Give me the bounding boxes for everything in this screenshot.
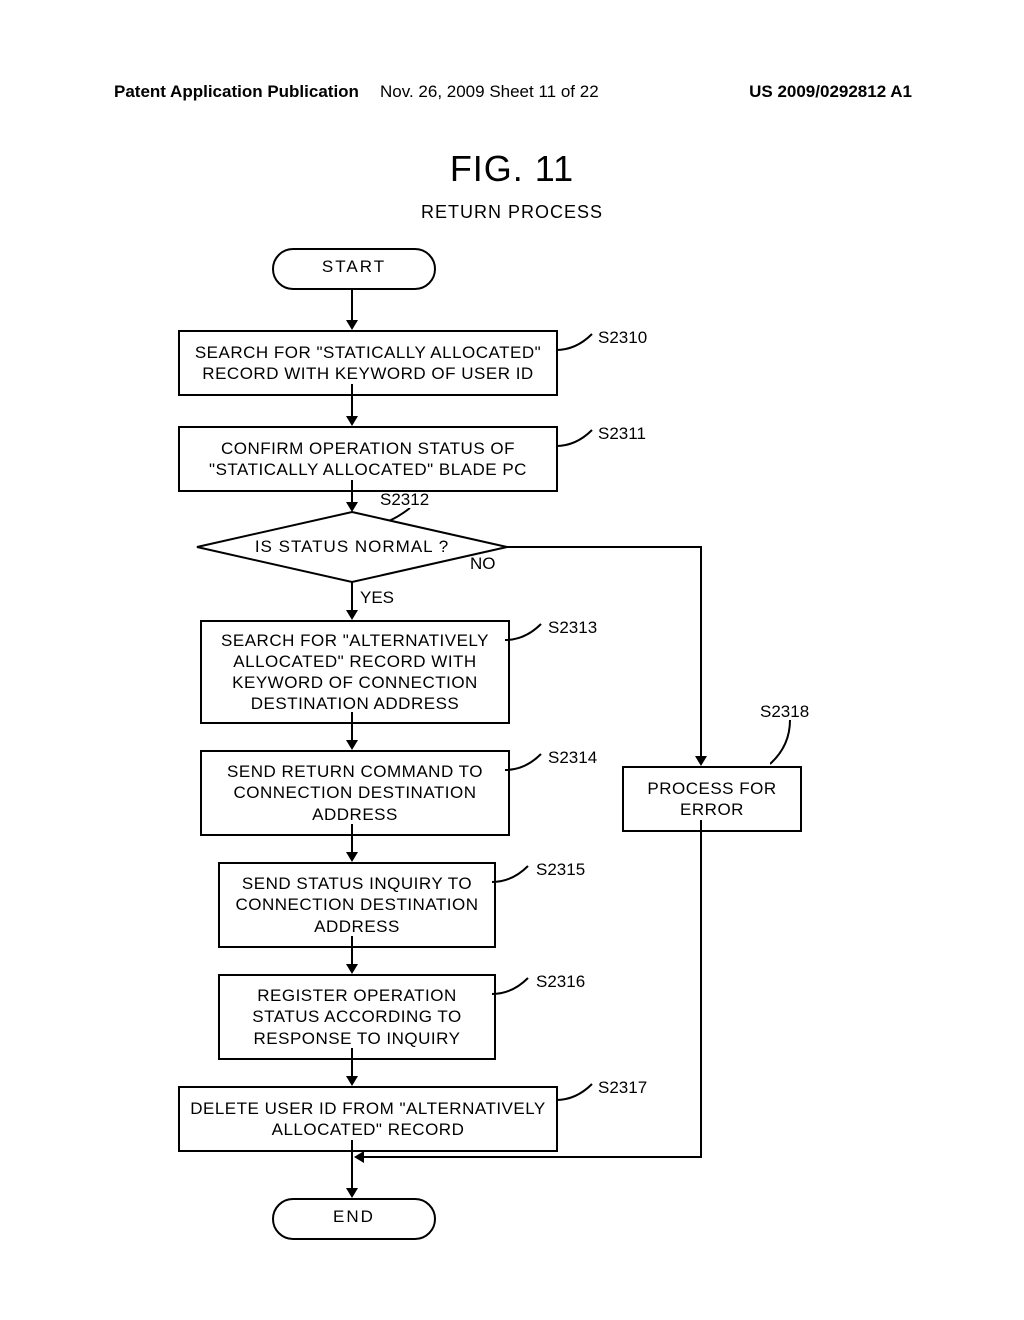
- process-s2317: DELETE USER ID FROM "ALTERNATIVELY ALLOC…: [178, 1086, 558, 1152]
- process-s2318: PROCESS FOR ERROR: [622, 766, 802, 832]
- arrowhead-left-icon: [354, 1151, 364, 1163]
- end-node: END: [272, 1198, 436, 1240]
- arrow-line: [507, 546, 702, 548]
- process-s2313: SEARCH FOR "ALTERNATIVELY ALLOCATED" REC…: [200, 620, 510, 724]
- process-label: SEND STATUS INQUIRY TO CONNECTION DESTIN…: [228, 873, 486, 937]
- step-label-s2314: S2314: [548, 748, 597, 768]
- arrowhead-down-icon: [346, 416, 358, 426]
- step-label-s2310: S2310: [598, 328, 647, 348]
- step-label-s2315: S2315: [536, 860, 585, 880]
- process-label: SEARCH FOR "STATICALLY ALLOCATED" RECORD…: [188, 342, 548, 385]
- arrowhead-down-icon: [346, 610, 358, 620]
- step-label-s2318: S2318: [760, 702, 809, 722]
- arrow-line: [351, 824, 353, 854]
- header-right: US 2009/0292812 A1: [749, 82, 912, 102]
- arrowhead-down-icon: [346, 320, 358, 330]
- decision-s2312: IS STATUS NORMAL ?: [195, 510, 509, 584]
- yes-label: YES: [360, 588, 394, 608]
- process-label: CONFIRM OPERATION STATUS OF "STATICALLY …: [188, 438, 548, 481]
- end-label: END: [333, 1207, 375, 1226]
- process-label: DELETE USER ID FROM "ALTERNATIVELY ALLOC…: [188, 1098, 548, 1141]
- step-label-s2313: S2313: [548, 618, 597, 638]
- leader-line: [770, 720, 810, 768]
- arrow-line: [362, 1156, 702, 1158]
- step-label-s2316: S2316: [536, 972, 585, 992]
- arrowhead-down-icon: [346, 964, 358, 974]
- arrow-line: [351, 1048, 353, 1078]
- process-label: REGISTER OPERATION STATUS ACCORDING TO R…: [228, 985, 486, 1049]
- arrow-line: [351, 480, 353, 504]
- arrowhead-down-icon: [346, 1188, 358, 1198]
- process-s2311: CONFIRM OPERATION STATUS OF "STATICALLY …: [178, 426, 558, 492]
- process-s2316: REGISTER OPERATION STATUS ACCORDING TO R…: [218, 974, 496, 1060]
- arrow-line: [351, 1140, 353, 1190]
- arrow-line: [351, 712, 353, 742]
- arrowhead-down-icon: [346, 852, 358, 862]
- start-label: START: [322, 257, 386, 276]
- arrow-line: [351, 582, 353, 612]
- arrowhead-down-icon: [346, 740, 358, 750]
- arrowhead-down-icon: [695, 756, 707, 766]
- arrow-line: [351, 288, 353, 322]
- process-s2314: SEND RETURN COMMAND TO CONNECTION DESTIN…: [200, 750, 510, 836]
- process-label: SEARCH FOR "ALTERNATIVELY ALLOCATED" REC…: [210, 630, 500, 715]
- start-node: START: [272, 248, 436, 290]
- step-label-s2317: S2317: [598, 1078, 647, 1098]
- process-s2315: SEND STATUS INQUIRY TO CONNECTION DESTIN…: [218, 862, 496, 948]
- no-label: NO: [470, 554, 496, 574]
- arrow-line: [700, 820, 702, 1158]
- process-s2310: SEARCH FOR "STATICALLY ALLOCATED" RECORD…: [178, 330, 558, 396]
- decision-label: IS STATUS NORMAL ?: [255, 536, 449, 557]
- step-label-s2312: S2312: [380, 490, 429, 510]
- figure-title: FIG. 11: [0, 148, 1024, 190]
- header-mid: Nov. 26, 2009 Sheet 11 of 22: [380, 82, 599, 102]
- arrow-line: [351, 936, 353, 966]
- process-label: SEND RETURN COMMAND TO CONNECTION DESTIN…: [210, 761, 500, 825]
- process-label: PROCESS FOR ERROR: [632, 778, 792, 821]
- arrow-line: [351, 384, 353, 418]
- arrowhead-down-icon: [346, 1076, 358, 1086]
- step-label-s2311: S2311: [598, 424, 646, 444]
- arrow-line: [700, 546, 702, 758]
- figure-subtitle: RETURN PROCESS: [0, 202, 1024, 223]
- header-left: Patent Application Publication: [114, 82, 359, 102]
